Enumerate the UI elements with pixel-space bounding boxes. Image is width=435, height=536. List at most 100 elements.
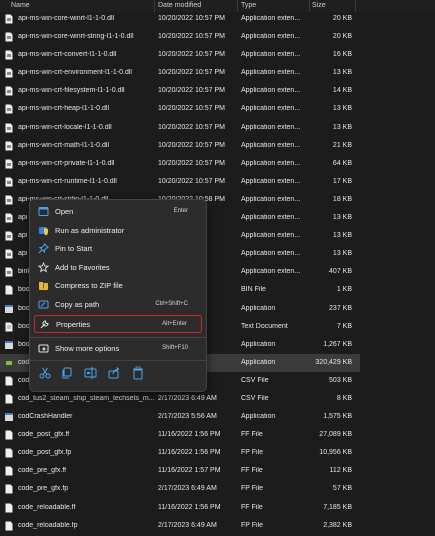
delete-icon[interactable] xyxy=(131,366,145,380)
file-type: FF File xyxy=(241,467,263,475)
file-row[interactable]: api-ms-win-crt-heap-l1-1-0.dll 10/20/2022… xyxy=(0,100,360,118)
file-size: 20 KB xyxy=(332,15,352,22)
file-row[interactable]: api-ms-win-core-winrt-string-l1-1-0.dll 1… xyxy=(0,28,360,46)
file-row[interactable]: api-ms-win-crt-locale-l1-1-0.dll 10/20/20… xyxy=(0,119,360,137)
file-date: 10/20/2022 10:57 PM xyxy=(158,15,225,22)
menu-item-label: Add to Favorites xyxy=(55,262,110,272)
file-size: 8 KB xyxy=(336,394,352,402)
file-type: Application xyxy=(241,340,276,348)
column-date-header[interactable]: Date modified xyxy=(158,2,201,9)
file-row[interactable]: api-ms-win-crt-math-l1-1-0.dll 10/20/2022… xyxy=(0,137,360,155)
rename-icon[interactable] xyxy=(84,366,98,380)
file-type: Application exten... xyxy=(241,214,301,222)
file-icon xyxy=(5,521,13,531)
file-row[interactable]: code_reloadable.fp 2/17/2023 6:49 AM FP Fi… xyxy=(0,517,360,535)
menu-item-shortcut: Shift+F10 xyxy=(162,345,188,351)
file-row[interactable]: api-ms-win-crt-runtime-l1-1-0.dll 10/20/2… xyxy=(0,173,360,191)
menu-item-label: Run as administrator xyxy=(55,225,125,235)
column-size-header[interactable]: Size xyxy=(312,2,326,9)
zip-icon xyxy=(39,282,48,290)
file-row[interactable]: codCrashHandler 2/17/2023 5:56 AM Applicat… xyxy=(0,408,360,426)
dll-file-icon xyxy=(5,213,13,223)
menu-item-run-as-administrator[interactable]: Run as administrator xyxy=(34,222,202,240)
file-size: 13 KB xyxy=(332,123,352,131)
file-name: code_pre_gfx.fp xyxy=(18,485,69,493)
menu-item-label: Compress to ZIP file xyxy=(55,281,123,290)
file-type: BIN File xyxy=(241,286,266,294)
column-name-header[interactable]: Name xyxy=(11,2,30,9)
menu-separator xyxy=(30,337,206,338)
file-row[interactable]: code_post_gfx.fp 11/16/2022 1:56 PM FP Fil… xyxy=(0,444,360,462)
file-size: 14 KB xyxy=(332,87,352,95)
share-icon[interactable] xyxy=(107,366,121,380)
file-icon xyxy=(5,448,13,458)
menu-item-label: Show more options xyxy=(55,344,120,353)
column-type-header[interactable]: Type xyxy=(241,2,256,9)
file-row[interactable]: api-ms-win-core-winrt-l1-1-0.dll 10/20/20… xyxy=(0,10,360,28)
file-icon xyxy=(5,376,13,386)
file-date: 2/17/2023 6:49 AM xyxy=(158,394,217,402)
file-type: Application exten... xyxy=(241,105,301,113)
file-icon xyxy=(5,484,13,494)
file-name: api-ms-win-core-winrt-string-l1-1-0.dll xyxy=(18,33,134,41)
file-size: 1 KB xyxy=(336,286,352,294)
file-row[interactable]: code_post_gfx.ff 11/16/2022 1:56 PM FF Fil… xyxy=(0,426,360,444)
dll-file-icon xyxy=(5,231,13,241)
file-name: api-ms-win-crt-locale-l1-1-0.dll xyxy=(18,123,112,131)
exe-file-icon xyxy=(5,304,13,313)
menu-item-pin-to-start[interactable]: Pin to Start xyxy=(34,240,202,258)
file-row[interactable]: api-ms-win-crt-filesystem-l1-1-0.dll 10/2… xyxy=(0,82,360,100)
file-type: Application exten... xyxy=(241,123,301,131)
file-size: 57 KB xyxy=(332,485,352,493)
menu-item-shortcut: Ctrl+Shift+C xyxy=(155,300,188,307)
menu-item-show-more-options[interactable]: Show more options Shift+F10 xyxy=(34,340,202,358)
menu-item-compress-to-zip[interactable]: Compress to ZIP file xyxy=(34,277,202,295)
file-row[interactable]: api-ms-win-crt-convert-l1-1-0.dll 10/20/2… xyxy=(0,46,360,64)
context-menu: Open Enter Run as administrator Pin to S… xyxy=(29,199,207,392)
menu-item-add-to-favorites[interactable]: Add to Favorites xyxy=(34,259,202,277)
file-name: code_post_gfx.ff xyxy=(18,431,70,439)
dll-file-icon xyxy=(5,123,13,133)
file-name: api-ms-win-crt-environment-l1-1-0.dll xyxy=(18,69,132,77)
menu-item-open[interactable]: Open Enter xyxy=(34,203,202,221)
file-type: Application exten... xyxy=(241,250,301,258)
menu-item-properties[interactable]: Properties Alt+Enter xyxy=(34,315,202,333)
shield-icon xyxy=(39,226,48,235)
file-type: Application exten... xyxy=(241,33,301,41)
file-row[interactable]: api-ms-win-crt-environment-l1-1-0.dll 10/… xyxy=(0,64,360,82)
file-size: 13 KB xyxy=(332,69,352,77)
file-row[interactable]: code_reloadable.ff 11/16/2022 1:56 PM FF F… xyxy=(0,499,360,517)
file-size: 7,185 KB xyxy=(323,503,352,511)
file-date: 11/16/2022 1:56 PM xyxy=(158,449,221,457)
dll-file-icon xyxy=(5,177,13,187)
menu-item-copy-as-path[interactable]: Copy as path Ctrl+Shift+C xyxy=(34,296,202,314)
file-row[interactable]: cod_tus2_steam_ship_steam_techsets_m... 2… xyxy=(0,390,360,408)
copy-icon[interactable] xyxy=(60,366,74,380)
file-type: Application exten... xyxy=(241,177,301,185)
dll-file-icon xyxy=(5,195,13,205)
game-exe-icon xyxy=(5,358,13,367)
menu-item-shortcut: Enter xyxy=(173,208,188,214)
file-date: 10/20/2022 10:57 PM xyxy=(158,69,225,77)
file-size: 1,267 KB xyxy=(323,340,352,348)
file-size: 320,429 KB xyxy=(315,358,352,366)
file-row[interactable]: code_pre_gfx.ff 11/16/2022 1:57 PM FF File… xyxy=(0,462,360,480)
file-name: api-ms-win-crt-heap-l1-1-0.dll xyxy=(18,105,110,113)
file-name: code_reloadable.fp xyxy=(18,521,78,529)
file-type: Application xyxy=(241,413,276,421)
dll-file-icon xyxy=(5,86,13,96)
dll-file-icon xyxy=(5,68,13,78)
file-name: cod_tus2_steam_ship_steam_techsets_m... xyxy=(18,394,154,402)
file-row[interactable]: code_pre_gfx.fp 2/17/2023 6:49 AM FP File 5… xyxy=(0,480,360,498)
file-type: Application exten... xyxy=(241,268,301,276)
file-icon xyxy=(5,394,13,404)
file-type: FF File xyxy=(241,431,263,439)
cut-icon[interactable] xyxy=(38,366,52,380)
file-size: 2,382 KB xyxy=(323,521,352,529)
pin-icon xyxy=(38,243,49,254)
file-name: api-ms-win-crt-private-l1-1-0.dll xyxy=(18,159,115,167)
file-row[interactable]: api-ms-win-crt-private-l1-1-0.dll 10/20/2… xyxy=(0,155,360,173)
file-name: api-ms-win-crt-convert-l1-1-0.dll xyxy=(18,51,117,59)
file-type: FP File xyxy=(241,449,264,457)
file-name: code_pre_gfx.ff xyxy=(18,467,67,475)
